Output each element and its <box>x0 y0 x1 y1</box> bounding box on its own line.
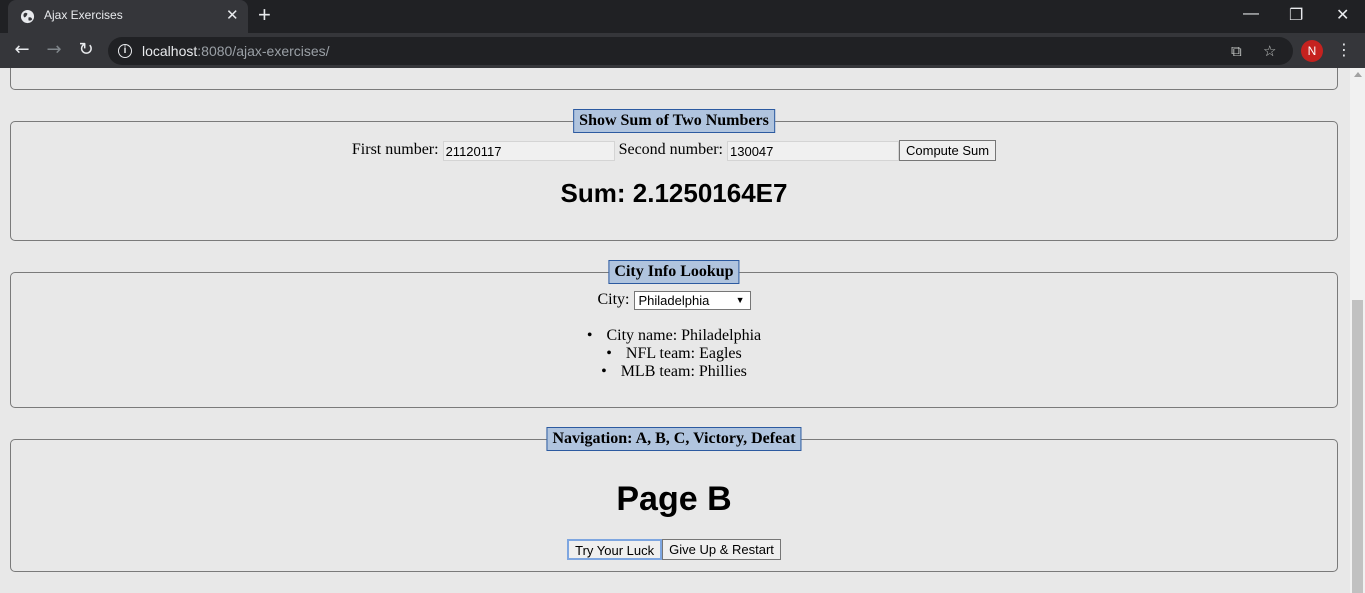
restore-icon[interactable]: ❐ <box>1289 5 1303 25</box>
more-menu-icon[interactable]: ⋮ <box>1336 40 1352 60</box>
url-text: localhost:8080/ajax-exercises/ <box>142 43 330 59</box>
city-info-list: City name: Philadelphia NFL team: Eagles… <box>11 327 1337 381</box>
previous-section-box <box>10 68 1338 90</box>
navigation-section: Navigation: A, B, C, Victory, Defeat Pag… <box>10 427 1338 572</box>
new-tab-button[interactable]: + <box>258 4 271 26</box>
vertical-scrollbar[interactable] <box>1350 68 1365 593</box>
star-icon[interactable]: ☆ <box>1263 42 1276 60</box>
list-item: NFL team: Eagles <box>11 345 1337 363</box>
minimize-icon[interactable]: — <box>1243 5 1259 23</box>
list-item: City name: Philadelphia <box>11 327 1337 345</box>
page-content: Show Sum of Two Numbers First number: 21… <box>0 68 1350 593</box>
city-select-row: City: Philadelphia ▼ <box>11 291 1337 310</box>
city-select[interactable]: Philadelphia ▼ <box>633 291 751 310</box>
browser-titlebar: Ajax Exercises ✕ + — ❐ ✕ <box>0 0 1365 33</box>
back-arrow-icon[interactable]: ← <box>12 40 32 60</box>
city-section: City Info Lookup City: Philadelphia▼ Cit… <box>10 260 1338 408</box>
city-label: City: <box>597 291 630 309</box>
page-heading: Page B <box>616 480 732 518</box>
avatar[interactable]: N <box>1301 40 1323 62</box>
window-close-icon[interactable]: ✕ <box>1336 5 1349 25</box>
list-item: MLB team: Phillies <box>11 363 1337 381</box>
scroll-up-icon[interactable] <box>1354 72 1362 77</box>
first-number-input[interactable]: 21120117 <box>442 140 615 161</box>
navigation-button-row: Try Your Luck Give Up & Restart <box>11 539 1337 560</box>
compute-sum-button[interactable]: Compute Sum <box>899 140 997 161</box>
info-icon[interactable]: i <box>118 44 132 58</box>
browser-tab[interactable]: Ajax Exercises ✕ <box>8 0 248 33</box>
browser-toolbar: ← → ↻ i localhost:8080/ajax-exercises/ ⧉… <box>0 33 1365 68</box>
second-number-label: Second number: <box>618 141 723 159</box>
reload-icon[interactable]: ↻ <box>76 40 96 60</box>
first-number-label: First number: <box>351 141 439 159</box>
translate-icon[interactable]: ⧉ <box>1231 42 1242 60</box>
second-number-input[interactable]: 130047 <box>727 140 899 161</box>
give-up-restart-button[interactable]: Give Up & Restart <box>662 539 781 560</box>
forward-arrow-icon[interactable]: → <box>44 40 64 60</box>
sum-input-row: First number: 21120117 Second number: 13… <box>11 140 1337 161</box>
tab-title: Ajax Exercises <box>44 8 123 22</box>
sum-section-legend: Show Sum of Two Numbers <box>573 109 775 133</box>
sum-result: Sum: 2.1250164E7 <box>560 178 788 208</box>
scrollbar-thumb[interactable] <box>1352 300 1363 593</box>
tab-close-icon[interactable]: ✕ <box>226 8 239 23</box>
navigation-section-legend: Navigation: A, B, C, Victory, Defeat <box>546 427 802 451</box>
city-section-legend: City Info Lookup <box>608 260 740 284</box>
sum-section: Show Sum of Two Numbers First number: 21… <box>10 109 1338 241</box>
address-bar[interactable]: i localhost:8080/ajax-exercises/ ⧉ ☆ <box>108 37 1293 65</box>
globe-icon <box>20 9 35 24</box>
dropdown-arrow-icon: ▼ <box>735 295 745 305</box>
try-your-luck-button[interactable]: Try Your Luck <box>567 539 663 560</box>
